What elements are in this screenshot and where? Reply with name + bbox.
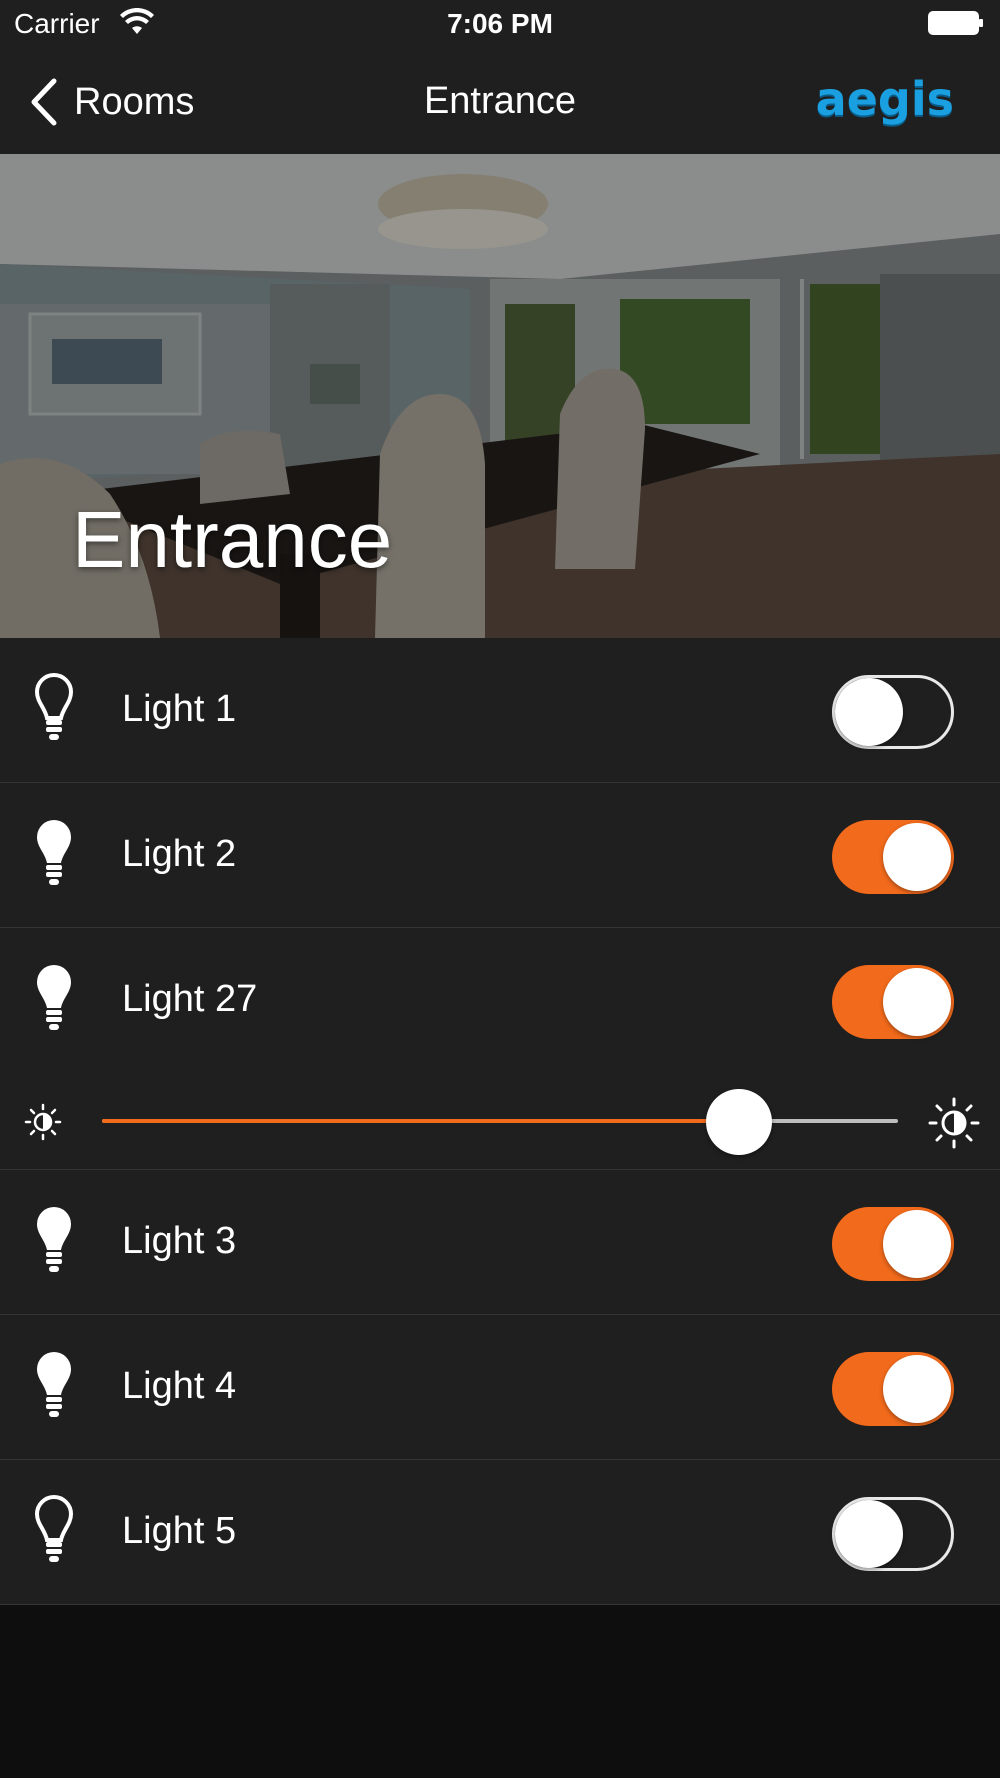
- light-toggle-switch[interactable]: [832, 675, 954, 749]
- light-list: Light 1 Light 2 Light 27 Light 3 Light 4…: [0, 638, 1000, 1605]
- toggle-knob: [883, 968, 951, 1036]
- brightness-high-icon: [928, 1097, 980, 1149]
- status-time: 7:06 PM: [447, 8, 553, 39]
- bulb-filled-icon: [37, 965, 71, 1030]
- bulb-filled-icon: [37, 1207, 71, 1272]
- list-item-light-2: Light 2: [0, 783, 1000, 928]
- room-title: Entrance: [72, 495, 393, 584]
- light-toggle-switch[interactable]: [832, 820, 954, 894]
- toggle-knob: [835, 1500, 903, 1568]
- list-item-light-5: Light 5: [0, 1460, 1000, 1605]
- light-label: Light 3: [122, 1220, 237, 1262]
- list-item-light-3: Light 3: [0, 1170, 1000, 1315]
- bulb-filled-icon: [37, 1352, 71, 1417]
- list-item-light-1: Light 1: [0, 638, 1000, 783]
- empty-footer-area: [0, 1605, 1000, 1778]
- slider-thumb[interactable]: [705, 1089, 772, 1155]
- bulb-outline-icon: [34, 1494, 74, 1562]
- navigation-bar: Rooms Entrance aegis: [0, 50, 1000, 154]
- light-label: Light 1: [122, 688, 237, 730]
- bulb-outline-icon: [34, 672, 74, 740]
- light-toggle-switch[interactable]: [832, 1497, 954, 1571]
- light-label: Light 27: [122, 978, 258, 1020]
- brightness-low-icon: [24, 1103, 62, 1141]
- slider-track[interactable]: [102, 1119, 898, 1123]
- status-bar: Carrier 7:06 PM: [0, 0, 1000, 50]
- light-toggle-switch[interactable]: [832, 1352, 954, 1426]
- toggle-knob: [883, 823, 951, 891]
- toggle-knob: [883, 1355, 951, 1423]
- light-toggle-switch[interactable]: [832, 1207, 954, 1281]
- light-label: Light 2: [122, 833, 237, 875]
- light-label: Light 4: [122, 1365, 237, 1407]
- light-toggle-switch[interactable]: [832, 965, 954, 1039]
- room-hero-image: Entrance: [0, 154, 1000, 638]
- toggle-knob: [835, 678, 903, 746]
- aegis-logo: aegis: [815, 72, 954, 126]
- brightness-slider: [0, 1073, 1000, 1170]
- bulb-filled-icon: [37, 820, 71, 885]
- toggle-knob: [883, 1210, 951, 1278]
- list-item-light-27: Light 27: [0, 928, 1000, 1170]
- list-item-light-4: Light 4: [0, 1315, 1000, 1460]
- light-label: Light 5: [122, 1510, 237, 1552]
- slider-fill: [102, 1119, 739, 1123]
- battery-icon: [928, 11, 983, 35]
